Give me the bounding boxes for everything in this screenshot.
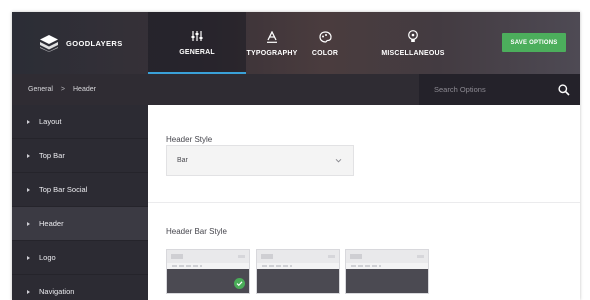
sidebar-item-label: Header (39, 219, 64, 228)
sidebar-item-label: Top Bar (39, 151, 65, 160)
sidebar-item-logo[interactable]: Logo (12, 241, 148, 275)
caret-right-icon (27, 119, 30, 124)
section-divider (148, 202, 580, 203)
header-bar-style-option-3[interactable] (345, 249, 429, 294)
chevron-down-icon (335, 158, 342, 163)
breadcrumb-header: Header (73, 86, 96, 93)
main-content: Header Style Bar Header Bar Style (148, 105, 580, 300)
options-panel: GOODLAYERS GENERAL TYPOGRAPHY COLOR MISC… (12, 12, 580, 300)
header-bar-style-title: Header Bar Style (166, 227, 227, 236)
sidebar-item-top-bar-social[interactable]: Top Bar Social (12, 173, 148, 207)
header-bar-style-option-2[interactable] (256, 249, 340, 294)
search-input[interactable] (434, 85, 549, 94)
header-style-select[interactable]: Bar (166, 145, 354, 176)
search-icon[interactable] (558, 84, 570, 96)
tab-miscellaneous[interactable]: MISCELLANEOUS (357, 12, 469, 74)
sidebar-item-label: Logo (39, 253, 56, 262)
caret-right-icon (27, 255, 30, 260)
sidebar-item-navigation[interactable]: Navigation (12, 275, 148, 300)
header-bar-style-option-1[interactable] (166, 249, 250, 294)
tab-color-label: COLOR (311, 49, 339, 57)
header-style-title: Header Style (166, 135, 213, 144)
breadcrumb-general[interactable]: General (28, 86, 53, 93)
breadcrumb-separator: > (60, 86, 65, 93)
sidebar-item-label: Layout (39, 117, 62, 126)
caret-right-icon (27, 221, 30, 226)
selected-check-icon (234, 278, 245, 289)
lightbulb-icon (406, 30, 420, 44)
sidebar-item-label: Top Bar Social (39, 185, 88, 194)
sidebar-item-top-bar[interactable]: Top Bar (12, 139, 148, 173)
breadcrumb-bar: General > Header (12, 74, 580, 105)
header-style-value: Bar (177, 157, 188, 164)
brand-name: GOODLAYERS (66, 38, 123, 48)
caret-right-icon (27, 187, 30, 192)
sliders-icon (190, 29, 204, 43)
typography-icon (265, 30, 279, 44)
palette-icon (318, 30, 332, 44)
caret-right-icon (27, 289, 30, 294)
sidebar: Layout Top Bar Top Bar Social Header Log… (12, 105, 148, 300)
sidebar-item-header[interactable]: Header (12, 207, 148, 241)
tab-color[interactable]: COLOR (299, 12, 351, 74)
caret-right-icon (27, 153, 30, 158)
search-box (419, 74, 580, 105)
tab-miscellaneous-label: MISCELLANEOUS (381, 49, 445, 57)
tab-typography-label: TYPOGRAPHY (246, 49, 298, 57)
sidebar-item-label: Navigation (39, 287, 75, 296)
tab-general-label: GENERAL (179, 48, 215, 56)
top-header: GOODLAYERS GENERAL TYPOGRAPHY COLOR MISC… (12, 12, 580, 74)
save-options-button[interactable]: SAVE OPTIONS (502, 33, 566, 52)
breadcrumb: General > Header (28, 74, 96, 105)
goodlayers-logo-icon (40, 35, 58, 52)
sidebar-item-layout[interactable]: Layout (12, 105, 148, 139)
brand: GOODLAYERS (12, 12, 148, 74)
